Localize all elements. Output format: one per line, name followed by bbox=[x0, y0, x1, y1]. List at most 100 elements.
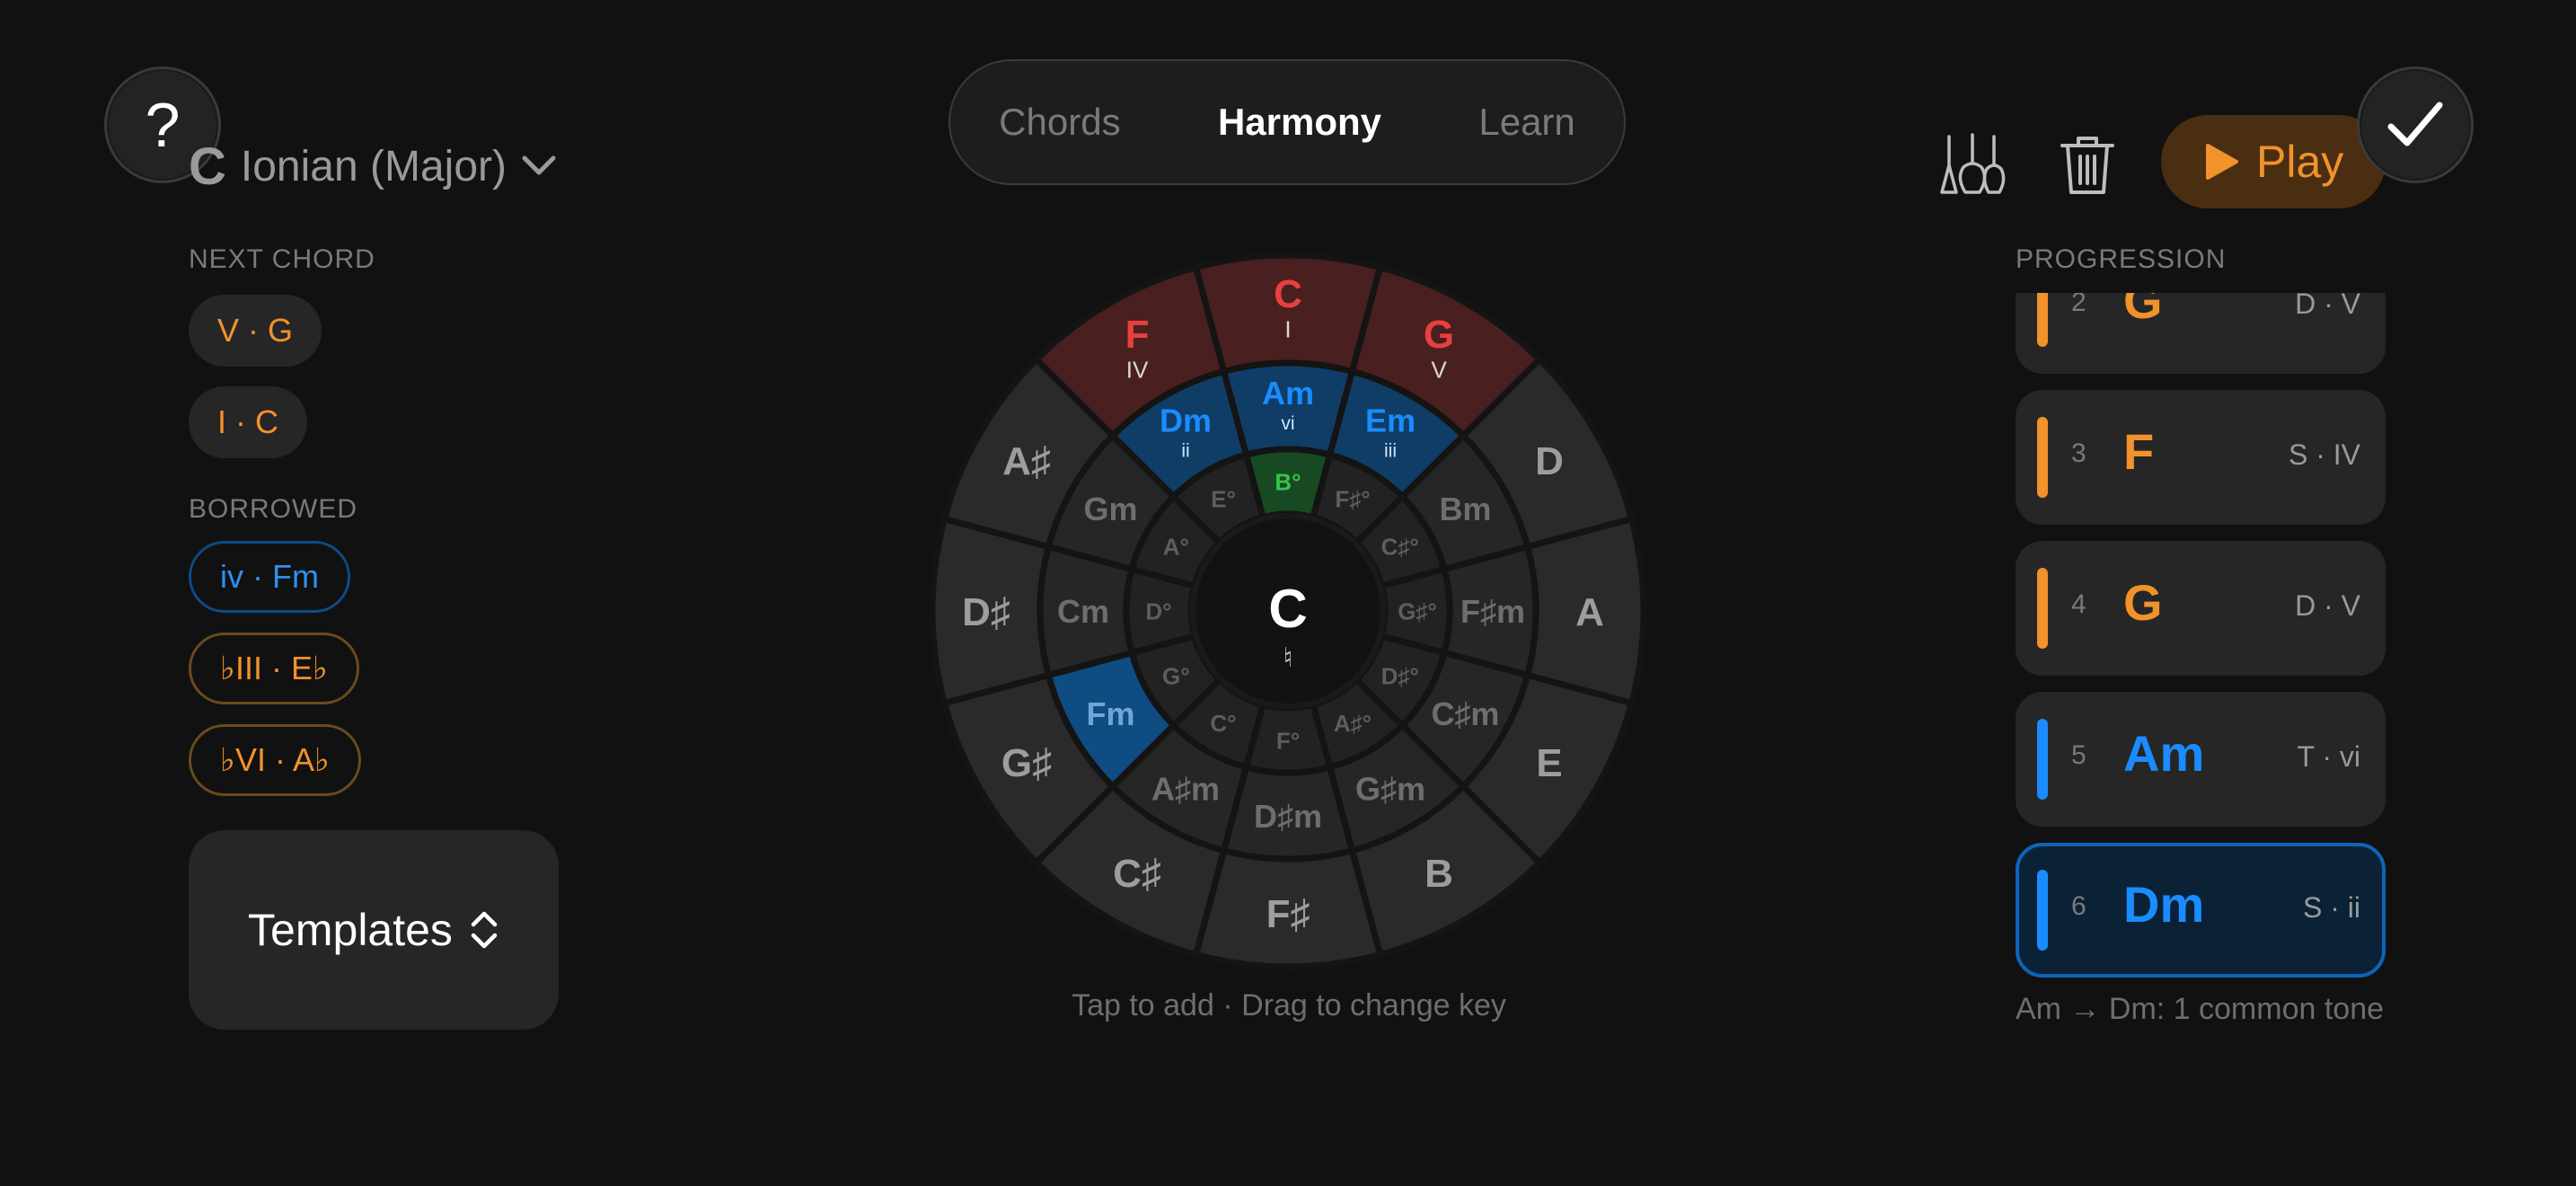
wheel-inner-label-11: E° bbox=[1211, 486, 1236, 513]
function-color-bar bbox=[2037, 417, 2048, 498]
instruments-icon bbox=[1940, 133, 2006, 194]
progression-function: T · vi bbox=[2297, 740, 2360, 773]
wheel-middle-numeral-11: ii bbox=[1181, 440, 1189, 461]
tab-harmony[interactable]: Harmony bbox=[1196, 92, 1403, 153]
wheel-inner-label-1: F♯° bbox=[1335, 486, 1370, 513]
wheel-outer-label-2: D bbox=[1535, 439, 1564, 483]
done-button[interactable] bbox=[2357, 66, 2474, 183]
wheel-inner-label-6: F° bbox=[1276, 727, 1300, 754]
wheel-outer-label-10: A♯ bbox=[1002, 439, 1051, 483]
progression-index: 2 bbox=[2071, 293, 2086, 317]
progression-index: 6 bbox=[2071, 891, 2086, 921]
wheel-middle-label-5: G♯m bbox=[1355, 770, 1425, 807]
chevron-up-down-icon bbox=[471, 911, 498, 949]
chevron-down-icon bbox=[522, 155, 556, 175]
wheel-outer-label-11: F bbox=[1125, 313, 1150, 357]
progression-function: D · V bbox=[2295, 293, 2360, 320]
key-selector[interactable]: C Ionian (Major) bbox=[189, 135, 557, 198]
wheel-center-accidental: ♮ bbox=[1284, 642, 1293, 674]
instruments-button[interactable] bbox=[1935, 128, 2010, 203]
wheel-inner-label-8: G° bbox=[1162, 662, 1190, 689]
progression-function: S · IV bbox=[2288, 438, 2360, 471]
wheel-outer-label-1: G bbox=[1424, 313, 1454, 357]
progression-label: PROGRESSION bbox=[2016, 244, 2227, 274]
delete-button[interactable] bbox=[2050, 128, 2125, 203]
help-glyph: ? bbox=[145, 90, 181, 160]
wheel-outer-label-4: E bbox=[1536, 741, 1562, 785]
progression-function: D · V bbox=[2295, 589, 2360, 622]
wheel-middle-label-9: Cm bbox=[1057, 593, 1109, 630]
wheel-outer-label-7: C♯ bbox=[1113, 852, 1161, 896]
wheel-hint: Tap to add · Drag to change key bbox=[1072, 988, 1506, 1022]
wheel-inner-label-10: A° bbox=[1163, 533, 1189, 560]
progression-item[interactable]: 4 G D · V bbox=[2016, 541, 2386, 676]
tab-chords[interactable]: Chords bbox=[977, 92, 1142, 153]
wheel-outer-label-0: C bbox=[1274, 272, 1302, 316]
progression-list[interactable]: 2 G D · V 3 F S · IV 4 G D · V 5 Am T · … bbox=[2016, 293, 2386, 994]
progression-function: S · ii bbox=[2303, 891, 2360, 924]
templates-button[interactable]: Templates bbox=[189, 830, 559, 1030]
wheel-inner-label-7: C° bbox=[1210, 710, 1236, 737]
borrowed-pill-1[interactable]: iv · Fm bbox=[189, 541, 350, 613]
next-chord-pill-2[interactable]: I · C bbox=[189, 386, 307, 458]
wheel-center-key: C bbox=[1268, 579, 1307, 639]
wheel-outer-label-9: D♯ bbox=[962, 590, 1010, 634]
wheel-middle-label-4: C♯m bbox=[1431, 695, 1499, 732]
wheel-inner-label-4: D♯° bbox=[1381, 662, 1419, 689]
play-icon bbox=[2206, 144, 2238, 180]
borrowed-pill-2[interactable]: ♭III · E♭ bbox=[189, 633, 359, 704]
wheel-middle-numeral-0: vi bbox=[1281, 413, 1294, 434]
wheel-middle-label-0: Am bbox=[1262, 375, 1314, 412]
wheel-outer-label-5: B bbox=[1425, 852, 1453, 896]
progression-item[interactable]: 2 G D · V bbox=[2016, 293, 2386, 374]
play-label: Play bbox=[2256, 137, 2344, 187]
function-color-bar bbox=[2037, 568, 2048, 649]
progression-item[interactable]: 5 Am T · vi bbox=[2016, 692, 2386, 827]
tab-learn[interactable]: Learn bbox=[1457, 92, 1596, 153]
key-letter: C bbox=[189, 137, 226, 196]
trash-icon bbox=[2060, 137, 2114, 194]
next-chord-label: NEXT CHORD bbox=[189, 244, 375, 274]
wheel-outer-numeral-0: I bbox=[1284, 316, 1291, 343]
progression-chord: G bbox=[2123, 574, 2163, 631]
circle-of-fifths[interactable]: CI GVDAEBF♯C♯G♯D♯A♯FIVAmvi EmiiiBmF♯mC♯mG♯… bbox=[929, 252, 1647, 970]
function-color-bar bbox=[2037, 719, 2048, 800]
borrowed-label: BORROWED bbox=[189, 494, 357, 524]
checkmark-icon bbox=[2387, 102, 2443, 146]
progression-chord: G bbox=[2123, 293, 2163, 329]
wheel-middle-numeral-1: iii bbox=[1384, 440, 1397, 461]
play-button[interactable]: Play bbox=[2161, 115, 2386, 208]
wheel-inner-label-3: G♯° bbox=[1398, 597, 1437, 624]
wheel-outer-label-3: A bbox=[1575, 590, 1604, 634]
wheel-middle-label-8: Fm bbox=[1087, 695, 1135, 732]
borrowed-pill-3[interactable]: ♭VI · A♭ bbox=[189, 724, 361, 796]
wheel-outer-numeral-11: IV bbox=[1126, 357, 1149, 384]
wheel-inner-label-9: D° bbox=[1145, 597, 1171, 624]
wheel-middle-label-2: Bm bbox=[1439, 491, 1491, 527]
progression-index: 4 bbox=[2071, 589, 2086, 619]
progression-chord: Am bbox=[2123, 725, 2205, 782]
wheel-outer-label-6: F♯ bbox=[1266, 892, 1310, 936]
function-color-bar bbox=[2037, 293, 2048, 347]
progression-index: 5 bbox=[2071, 740, 2086, 770]
progression-item-selected[interactable]: 6 Dm S · ii bbox=[2016, 843, 2386, 978]
progression-index: 3 bbox=[2071, 438, 2086, 468]
wheel-middle-label-1: Em bbox=[1365, 403, 1416, 439]
wheel-middle-label-7: A♯m bbox=[1151, 770, 1220, 807]
key-mode: Ionian (Major) bbox=[240, 142, 507, 190]
wheel-inner-label-0: B° bbox=[1275, 468, 1301, 495]
wheel-middle-label-6: D♯m bbox=[1254, 798, 1322, 835]
next-chord-pill-1[interactable]: V · G bbox=[189, 295, 322, 367]
wheel-middle-label-3: F♯m bbox=[1460, 593, 1525, 630]
wheel-inner-label-2: C♯° bbox=[1381, 533, 1419, 560]
progression-item[interactable]: 3 F S · IV bbox=[2016, 390, 2386, 525]
wheel-inner-label-5: A♯° bbox=[1334, 710, 1372, 737]
wheel-middle-label-11: Dm bbox=[1160, 403, 1212, 439]
wheel-outer-numeral-1: V bbox=[1431, 357, 1447, 384]
mode-tabs: Chords Harmony Learn bbox=[948, 59, 1626, 185]
progression-chord: F bbox=[2123, 423, 2155, 480]
wheel-middle-label-10: Gm bbox=[1084, 491, 1138, 527]
templates-label: Templates bbox=[248, 905, 453, 955]
wheel-outer-label-8: G♯ bbox=[1001, 741, 1052, 785]
progression-chord: Dm bbox=[2123, 876, 2205, 933]
